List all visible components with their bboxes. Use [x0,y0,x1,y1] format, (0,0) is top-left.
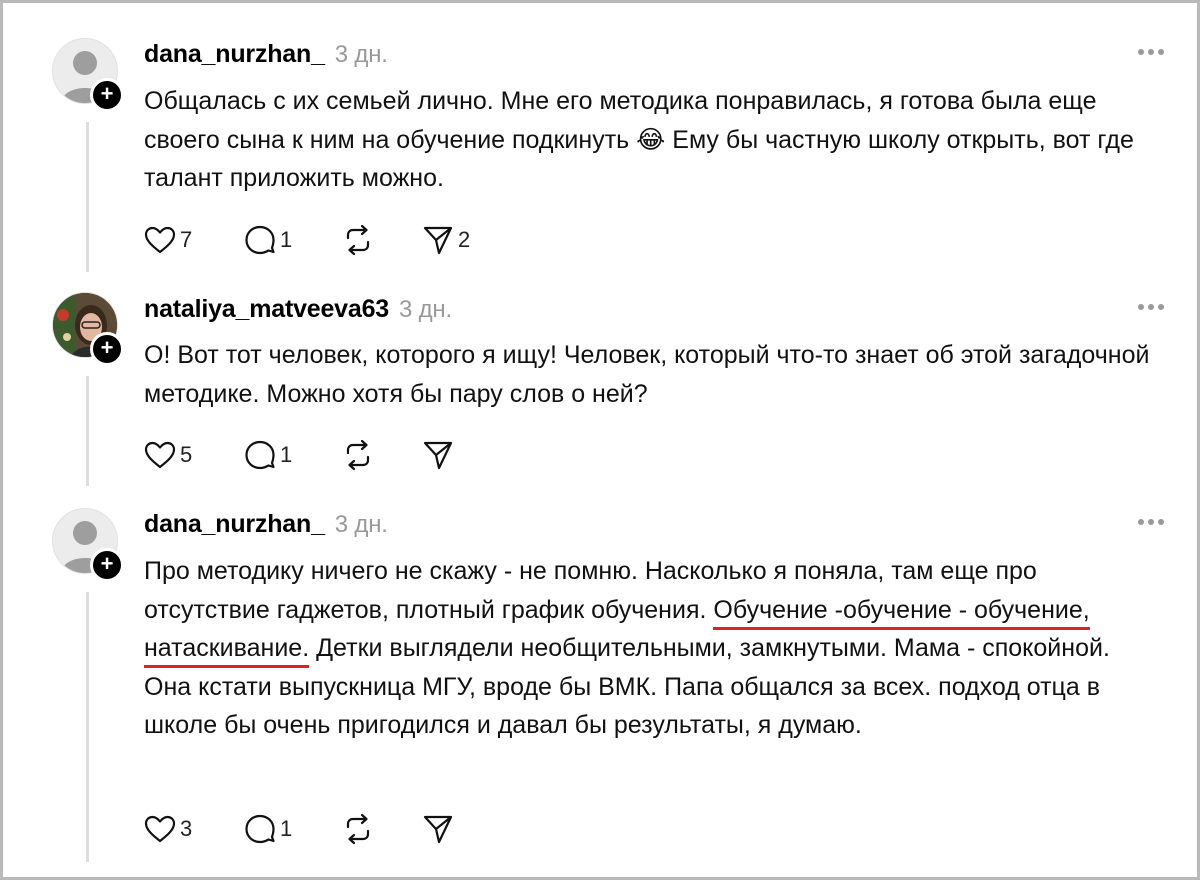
like-count: 5 [180,442,193,467]
reply-count: 1 [280,227,293,252]
comment-icon [245,225,275,255]
username[interactable]: dana_nurzhan_ 3 дн. [144,510,388,539]
username-text[interactable]: dana_nurzhan_ [144,40,325,68]
thread-line [86,376,89,486]
reply-button[interactable]: 1 [244,223,292,257]
thread-line [86,122,89,272]
more-icon[interactable] [1138,518,1164,526]
avatar[interactable]: + [52,508,124,582]
follow-plus-icon[interactable]: + [90,78,124,112]
more-icon[interactable] [1138,303,1164,311]
timestamp: 3 дн. [399,296,452,323]
share-count: 2 [458,227,471,252]
avatar[interactable]: + [52,292,124,366]
repost-icon [346,224,370,256]
comment-icon [245,440,275,470]
share-icon [423,441,453,470]
repost-button[interactable] [342,812,374,846]
share-icon [423,815,453,844]
like-count: 7 [180,227,193,252]
like-count: 3 [180,816,193,841]
like-button[interactable]: 5 [144,438,192,472]
timestamp: 3 дн. [334,41,388,68]
username[interactable]: dana_nurzhan_ 3 дн. [144,40,388,69]
follow-plus-icon[interactable]: + [90,548,124,582]
username-text[interactable]: dana_nurzhan_ [144,510,325,538]
heart-icon [144,815,176,843]
more-icon[interactable] [1138,48,1164,56]
repost-icon [346,813,370,845]
reply-button[interactable]: 1 [244,812,292,846]
share-button[interactable]: 2 [422,223,470,257]
heart-icon [144,226,176,254]
comment-icon [245,814,275,844]
share-button[interactable] [422,812,454,846]
thread-line [86,592,89,862]
username[interactable]: nataliya_matveeva63 3 дн. [144,295,452,324]
comment-text: Общалась с их семьей лично. Мне его мето… [144,87,1134,192]
comment-text: Про методику ничего не скажу - не помню.… [144,552,1154,745]
share-button[interactable] [422,438,454,472]
reply-button[interactable]: 1 [244,438,292,472]
username-text[interactable]: nataliya_matveeva63 [144,295,389,323]
repost-button[interactable] [342,223,374,257]
follow-plus-icon[interactable]: + [90,332,124,366]
avatar[interactable]: + [52,38,124,112]
repost-button[interactable] [342,438,374,472]
timestamp: 3 дн. [334,511,388,538]
reply-count: 1 [280,816,293,841]
like-button[interactable]: 7 [144,223,192,257]
comment-text: О! Вот тот человек, которого я ищу! Чело… [144,341,1150,408]
share-icon [423,226,453,255]
reply-count: 1 [280,442,293,467]
heart-icon [144,441,176,469]
like-button[interactable]: 3 [144,812,192,846]
repost-icon [346,439,370,471]
